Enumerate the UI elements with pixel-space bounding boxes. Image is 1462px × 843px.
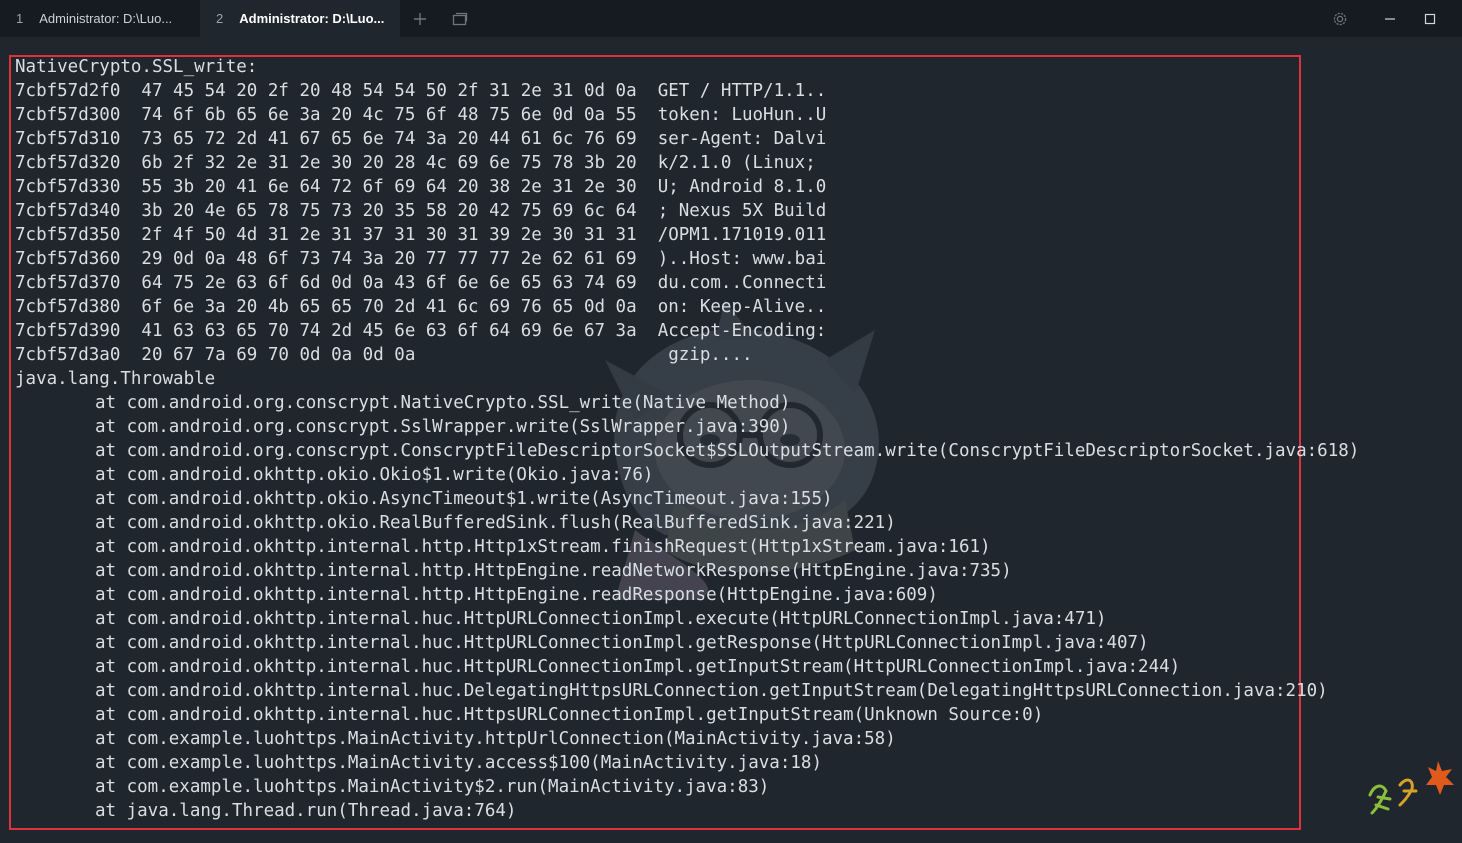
hexdump-line: 7cbf57d320 6b 2f 32 2e 31 2e 30 20 28 4c…: [15, 153, 816, 173]
stack-frame: at com.android.okhttp.internal.huc.HttpU…: [95, 633, 1149, 653]
hexdump-line: 7cbf57d370 64 75 2e 63 6f 6d 0d 0a 43 6f…: [15, 273, 827, 293]
stack-frame: at com.android.org.conscrypt.NativeCrypt…: [95, 393, 791, 413]
stack-frame: at com.android.okhttp.okio.AsyncTimeout$…: [95, 489, 833, 509]
tab-number: 1: [16, 11, 24, 26]
stack-frame: at com.android.okhttp.okio.RealBufferedS…: [95, 513, 896, 533]
hexdump-line: 7cbf57d2f0 47 45 54 20 2f 20 48 54 54 50…: [15, 81, 827, 101]
tab-1[interactable]: 1 Administrator: D:\Luo...: [0, 0, 200, 37]
exception-name: java.lang.Throwable: [15, 369, 216, 389]
stack-frame: at com.android.okhttp.internal.huc.HttpU…: [95, 657, 1181, 677]
hexdump-line: 7cbf57d380 6f 6e 3a 20 4b 65 65 70 2d 41…: [15, 297, 827, 317]
terminal-output[interactable]: NativeCrypto.SSL_write: 7cbf57d2f0 47 45 …: [15, 55, 1360, 823]
new-tab-icon[interactable]: [402, 0, 438, 37]
stack-frame: at com.android.okhttp.internal.http.Http…: [95, 585, 938, 605]
stack-frame: at com.example.luohttps.MainActivity$2.r…: [95, 777, 770, 797]
tab-title: Administrator: D:\Luo...: [239, 11, 385, 26]
stack-frame: at com.example.luohttps.MainActivity.htt…: [95, 729, 896, 749]
stack-frame: at com.android.okhttp.okio.Okio$1.write(…: [95, 465, 654, 485]
hexdump-line: 7cbf57d390 41 63 63 65 70 74 2d 45 6e 63…: [15, 321, 827, 341]
hexdump-line: 7cbf57d350 2f 4f 50 4d 31 2e 31 37 31 30…: [15, 225, 827, 245]
stack-frame: at com.android.okhttp.internal.huc.HttpU…: [95, 609, 1107, 629]
stack-frame: at com.android.okhttp.internal.huc.Deleg…: [95, 681, 1328, 701]
tab-2-active[interactable]: 2 Administrator: D:\Luo...: [200, 0, 400, 37]
stack-frame: at com.android.okhttp.internal.http.Http…: [95, 561, 1012, 581]
hexdump-line: 7cbf57d340 3b 20 4e 65 78 75 73 20 35 58…: [15, 201, 827, 221]
stack-frame: at java.lang.Thread.run(Thread.java:764): [95, 801, 517, 821]
stack-frame: at com.example.luohttps.MainActivity.acc…: [95, 753, 822, 773]
hexdump-line: 7cbf57d360 29 0d 0a 48 6f 73 74 3a 20 77…: [15, 249, 827, 269]
hexdump-line: 7cbf57d3a0 20 67 7a 69 70 0d 0a 0d 0a gz…: [15, 345, 753, 365]
tab-switcher-icon[interactable]: [442, 0, 478, 37]
minimize-icon[interactable]: [1372, 0, 1408, 37]
settings-gear-icon[interactable]: [1322, 0, 1358, 37]
output-header: NativeCrypto.SSL_write:: [15, 57, 258, 77]
corner-logo: [1368, 761, 1454, 815]
stack-frame: at com.android.org.conscrypt.SslWrapper.…: [95, 417, 791, 437]
title-bar: 1 Administrator: D:\Luo... 2 Administrat…: [0, 0, 1462, 37]
stack-frame: at com.android.org.conscrypt.ConscryptFi…: [95, 441, 1360, 461]
tab-title: Administrator: D:\Luo...: [39, 11, 173, 26]
tab-number: 2: [216, 11, 224, 26]
stack-frame: at com.android.okhttp.internal.http.Http…: [95, 537, 991, 557]
maximize-icon[interactable]: [1412, 0, 1448, 37]
hexdump-line: 7cbf57d310 73 65 72 2d 41 67 65 6e 74 3a…: [15, 129, 827, 149]
stack-frame: at com.android.okhttp.internal.huc.Https…: [95, 705, 1044, 725]
hexdump-line: 7cbf57d300 74 6f 6b 65 6e 3a 20 4c 75 6f…: [15, 105, 827, 125]
hexdump-line: 7cbf57d330 55 3b 20 41 6e 64 72 6f 69 64…: [15, 177, 827, 197]
